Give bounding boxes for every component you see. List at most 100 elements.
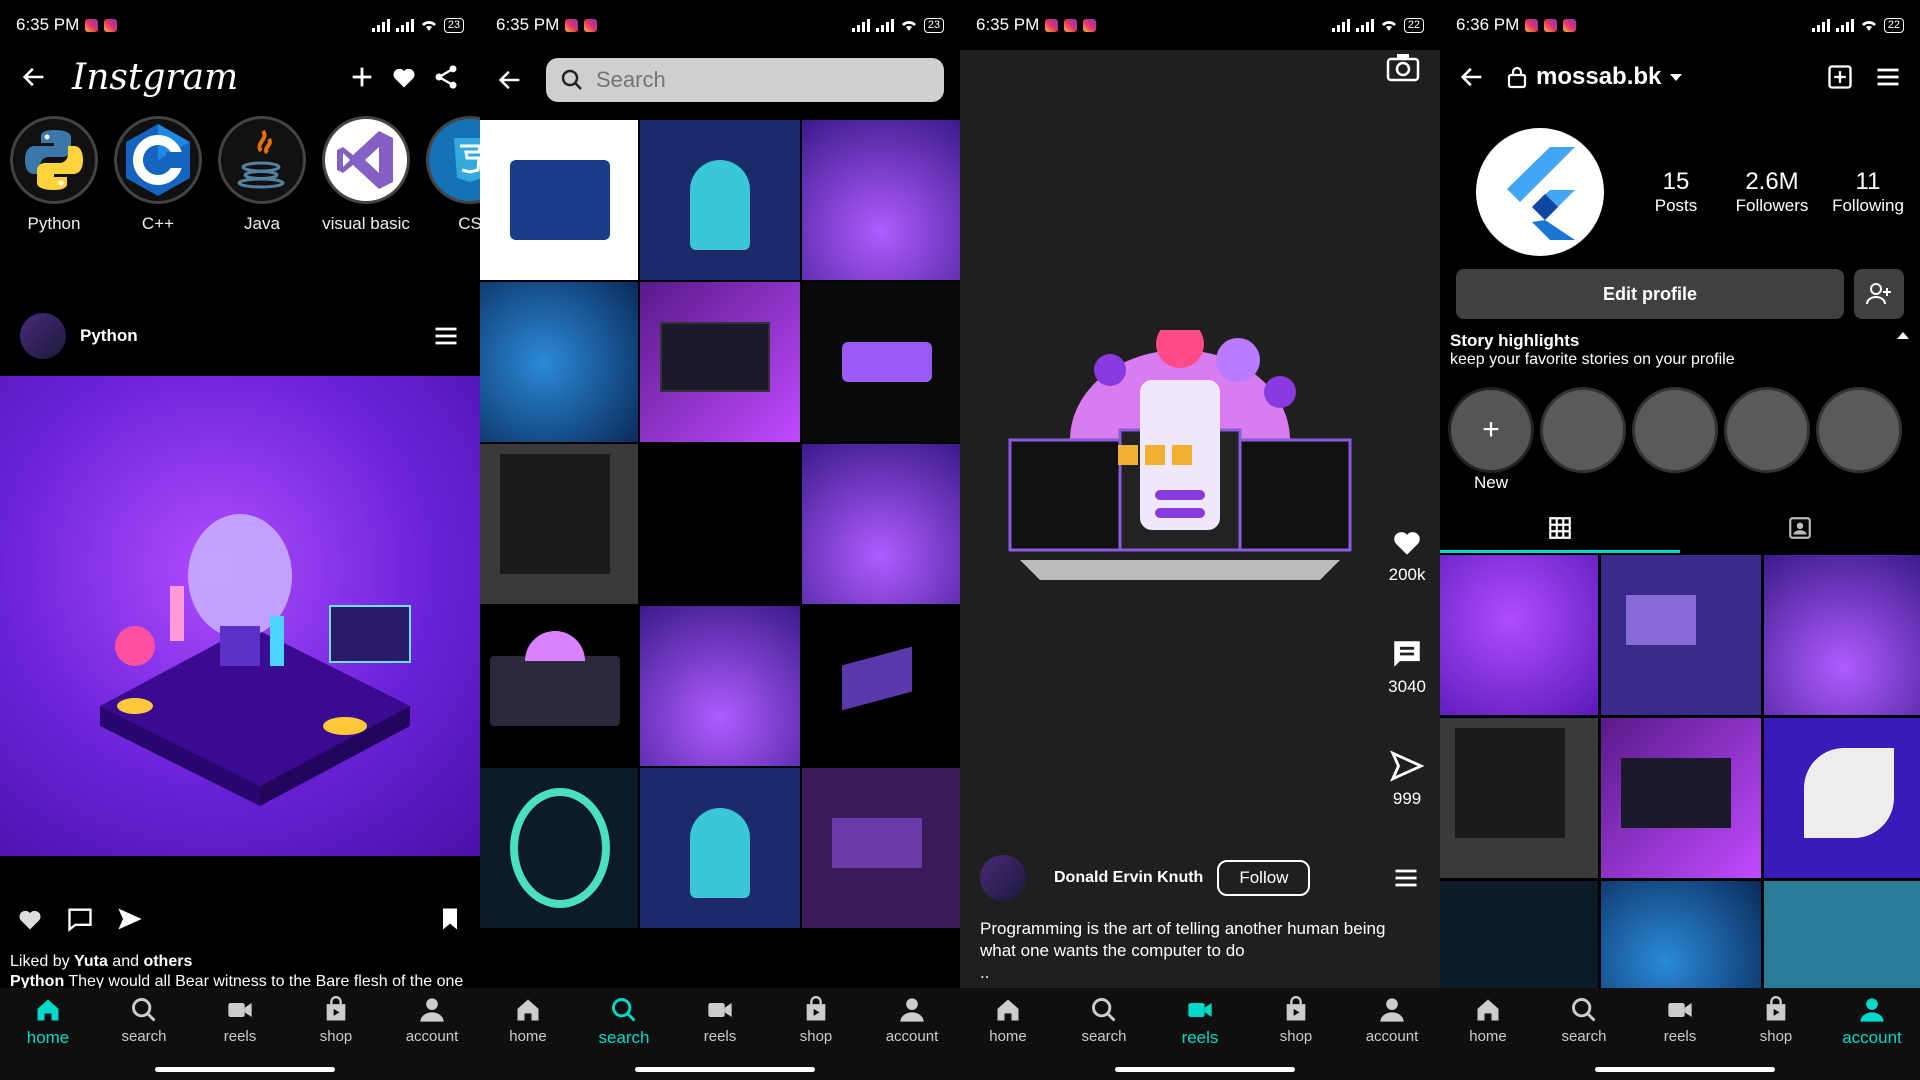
profile-screen: 6:36 PM 22 mossab.bk 15 Posts 2.6M Followe… <box>1440 0 1920 1080</box>
instagram-notification-icon <box>565 18 579 32</box>
highlight-placeholder[interactable] <box>1816 387 1902 473</box>
grid-tile[interactable] <box>1764 555 1920 715</box>
nav-account[interactable]: account <box>1827 996 1917 1080</box>
menu-icon[interactable] <box>432 322 460 350</box>
comment-action[interactable]: 3040 <box>1388 637 1426 697</box>
grid-tile[interactable] <box>640 444 800 604</box>
grid-tile[interactable] <box>640 606 800 766</box>
back-arrow-icon[interactable] <box>496 66 524 94</box>
reel-username[interactable]: Donald Ervin Knuth <box>1054 869 1203 887</box>
tab-tagged[interactable] <box>1680 505 1920 553</box>
home-screen: 6:35 PM 23 Instgram Python C++ Java visu… <box>0 0 480 1080</box>
post-username[interactable]: Python <box>80 326 432 346</box>
grid-tile[interactable] <box>802 444 960 604</box>
reel-user-row: Donald Ervin Knuth Follow <box>980 855 1420 901</box>
posts-stat[interactable]: 15 Posts <box>1628 168 1724 216</box>
grid-tile[interactable] <box>480 444 638 604</box>
highlight-placeholder[interactable] <box>1632 387 1718 473</box>
send-icon[interactable] <box>116 905 144 933</box>
search-header <box>480 50 960 110</box>
comment-icon[interactable] <box>66 905 94 933</box>
grid-tile[interactable] <box>1764 718 1920 878</box>
following-stat[interactable]: 11 Following <box>1820 168 1916 216</box>
notification-icon <box>1045 18 1059 32</box>
grid-tile[interactable] <box>480 606 638 766</box>
bookmark-icon[interactable] <box>436 905 464 933</box>
video-icon <box>1188 1003 1212 1017</box>
grid-tile[interactable] <box>640 282 800 442</box>
nav-account[interactable]: account <box>1347 996 1437 1080</box>
story-java[interactable]: Java <box>218 116 306 304</box>
story-python[interactable]: Python <box>10 116 98 304</box>
followers-label: Followers <box>1735 195 1809 215</box>
gesture-bar[interactable] <box>1115 1067 1295 1072</box>
grid-tile[interactable] <box>640 120 800 280</box>
grid-tile[interactable] <box>480 768 638 928</box>
post-image[interactable] <box>0 376 480 856</box>
edit-profile-button[interactable]: Edit profile <box>1456 269 1844 319</box>
share-icon[interactable] <box>432 63 460 91</box>
profile-avatar[interactable] <box>1476 127 1604 256</box>
grid-tile[interactable] <box>802 768 960 928</box>
nav-account[interactable]: account <box>387 996 477 1080</box>
gesture-bar[interactable] <box>635 1067 815 1072</box>
followers-stat[interactable]: 2.6M Followers <box>1724 168 1820 216</box>
menu-icon[interactable] <box>1392 864 1420 892</box>
back-arrow-icon[interactable] <box>20 63 48 91</box>
nav-home[interactable]: home <box>483 996 573 1080</box>
search-icon <box>561 69 582 90</box>
liked-others[interactable]: others <box>143 953 192 970</box>
search-input[interactable] <box>596 67 796 93</box>
post-actions <box>0 886 480 952</box>
tab-grid[interactable] <box>1440 505 1680 553</box>
heart-icon <box>1394 532 1420 555</box>
heart-icon[interactable] <box>390 63 418 91</box>
grid-tile[interactable] <box>802 120 960 280</box>
follow-button[interactable]: Follow <box>1217 860 1311 896</box>
story-cpp[interactable]: C++ <box>114 116 202 304</box>
nav-label: reels <box>1663 1028 1697 1045</box>
like-icon[interactable] <box>16 905 44 933</box>
gesture-bar[interactable] <box>1595 1067 1775 1072</box>
nav-account[interactable]: account <box>867 996 957 1080</box>
story-visual-basic[interactable]: visual basic <box>322 116 410 304</box>
nav-home[interactable]: home <box>1443 996 1533 1080</box>
account-switcher[interactable]: mossab.bk <box>1506 63 1806 91</box>
highlights-header[interactable]: Story highlights <box>1440 319 1920 351</box>
nav-home[interactable]: home <box>3 996 93 1080</box>
nav-home[interactable]: home <box>963 996 1053 1080</box>
grid-tile[interactable] <box>1601 718 1761 878</box>
camera-icon[interactable] <box>1386 52 1420 82</box>
add-post-icon[interactable] <box>1826 63 1854 91</box>
reel-caption-more[interactable]: .. <box>980 962 1400 984</box>
grid-tile[interactable] <box>640 768 800 928</box>
grid-tile[interactable] <box>480 282 638 442</box>
search-bar[interactable] <box>546 58 944 102</box>
highlight-placeholder[interactable] <box>1724 387 1810 473</box>
highlight-placeholder[interactable] <box>1540 387 1626 473</box>
grid-tile[interactable] <box>802 282 960 442</box>
share-action[interactable]: 999 <box>1390 749 1425 809</box>
avatar[interactable] <box>980 855 1026 901</box>
add-icon[interactable] <box>348 63 376 91</box>
signal-icon <box>851 18 870 32</box>
shop-icon <box>1766 996 1786 1021</box>
grid-tile[interactable] <box>1601 555 1761 715</box>
grid-tile[interactable] <box>1440 718 1598 878</box>
nav-label: shop <box>1759 1028 1793 1045</box>
grid-tile[interactable] <box>802 606 960 766</box>
grid-tile[interactable] <box>480 120 638 280</box>
menu-icon[interactable] <box>1874 63 1902 91</box>
grid-tile[interactable] <box>1440 555 1598 715</box>
avatar[interactable] <box>20 313 66 359</box>
gesture-bar[interactable] <box>155 1067 335 1072</box>
story-css[interactable]: CS <box>426 116 480 304</box>
instagram-notification-icon <box>1064 18 1078 32</box>
new-highlight[interactable]: + New <box>1448 387 1534 493</box>
liked-user[interactable]: Yuta <box>74 953 108 970</box>
like-action[interactable]: 200k <box>1389 525 1426 585</box>
chevron-up-icon[interactable] <box>1896 331 1910 341</box>
back-arrow-icon[interactable] <box>1458 63 1486 91</box>
add-friend-button[interactable] <box>1854 269 1904 319</box>
notification-icon <box>1525 18 1539 32</box>
